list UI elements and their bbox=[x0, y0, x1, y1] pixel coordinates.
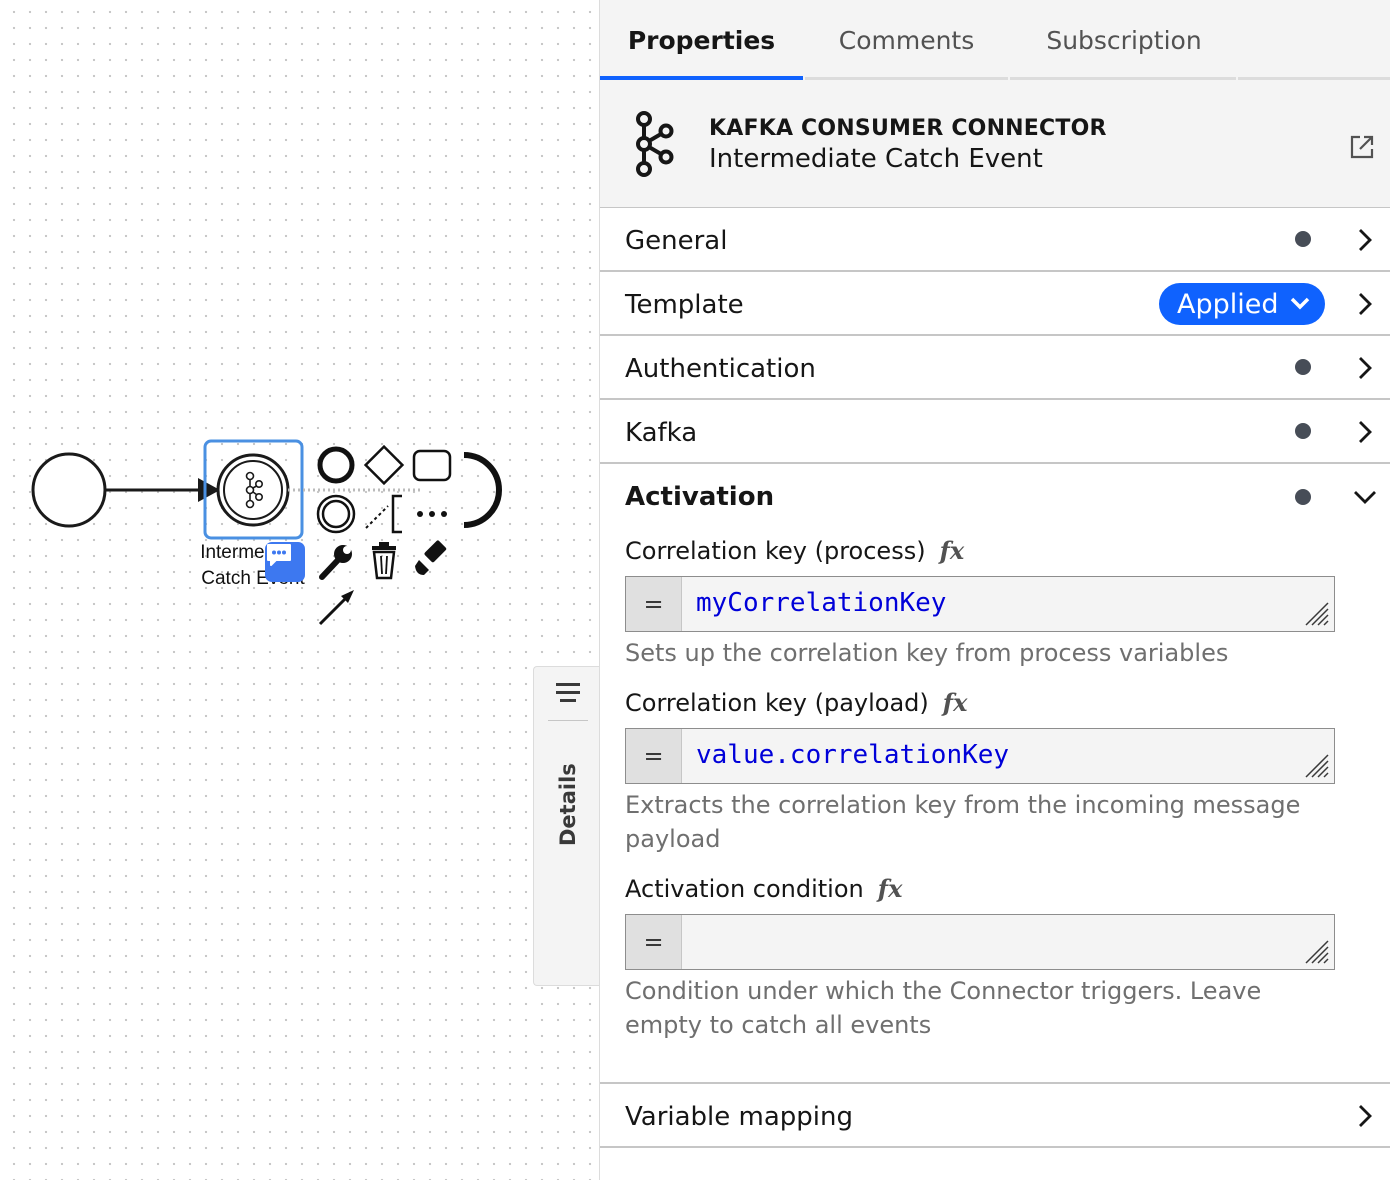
fx-icon[interactable]: fx bbox=[943, 688, 968, 717]
group-template[interactable]: Template Applied bbox=[600, 272, 1390, 336]
corr-process-input[interactable]: = myCorrelationKey bbox=[625, 576, 1335, 632]
element-type: KAFKA CONSUMER CONNECTOR bbox=[709, 116, 1107, 141]
append-intermediate-event-icon[interactable] bbox=[316, 494, 356, 534]
group-title: Activation bbox=[625, 482, 775, 512]
panel-bottom-space bbox=[600, 1148, 1390, 1180]
kafka-icon bbox=[636, 111, 674, 177]
feel-equals-icon: = bbox=[626, 577, 682, 631]
group-activation-header[interactable]: Activation bbox=[600, 464, 1390, 528]
group-general[interactable]: General bbox=[600, 208, 1390, 272]
tab-comments[interactable]: Comments bbox=[803, 0, 1010, 80]
connect-arrow-icon[interactable] bbox=[318, 590, 354, 626]
element-label: Intermediate Catch Event bbox=[178, 540, 328, 592]
resize-handle-icon[interactable] bbox=[1304, 939, 1330, 965]
panel-tabs: Properties Comments Subscription bbox=[600, 0, 1390, 80]
chevron-right-icon bbox=[1359, 1105, 1372, 1127]
append-text-annotation-icon[interactable] bbox=[365, 494, 402, 534]
details-toggle-tab[interactable]: Details bbox=[533, 666, 599, 986]
condition-label: Activation condition fx bbox=[625, 874, 902, 903]
tab-subscription[interactable]: Subscription bbox=[1010, 0, 1238, 80]
fx-icon[interactable]: fx bbox=[940, 536, 965, 565]
data-marker-dot bbox=[1295, 489, 1311, 505]
corr-payload-value: value.correlationKey bbox=[696, 740, 1010, 770]
group-variable-mapping[interactable]: Variable mapping bbox=[600, 1084, 1390, 1148]
data-marker-dot bbox=[1295, 423, 1311, 439]
tab-properties[interactable]: Properties bbox=[600, 0, 803, 80]
label-text: Activation condition bbox=[625, 875, 864, 903]
chevron-right-icon bbox=[1359, 357, 1372, 379]
external-link-icon[interactable] bbox=[1349, 134, 1375, 160]
append-end-event-icon[interactable] bbox=[317, 446, 355, 484]
data-marker-dot bbox=[1295, 359, 1311, 375]
details-separator bbox=[548, 720, 588, 721]
element-label-line1: Intermediate bbox=[200, 542, 306, 563]
paint-brush-icon[interactable] bbox=[415, 540, 447, 575]
context-pad-arc bbox=[463, 452, 502, 528]
corr-process-label: Correlation key (process) fx bbox=[625, 536, 964, 565]
data-marker-dot bbox=[1295, 231, 1311, 247]
template-applied-badge[interactable]: Applied bbox=[1159, 283, 1325, 325]
chevron-right-icon bbox=[1359, 229, 1372, 251]
condition-input[interactable]: = bbox=[625, 914, 1335, 970]
label-text: Correlation key (payload) bbox=[625, 689, 929, 717]
group-authentication[interactable]: Authentication bbox=[600, 336, 1390, 400]
group-kafka[interactable]: Kafka bbox=[600, 400, 1390, 464]
append-task-icon[interactable] bbox=[412, 449, 452, 482]
start-event[interactable] bbox=[31, 452, 107, 528]
bpmn-canvas[interactable]: Intermediate Catch Event bbox=[0, 0, 599, 1180]
group-title: Template bbox=[625, 290, 744, 320]
hamburger-icon bbox=[556, 683, 580, 702]
comment-icon bbox=[267, 544, 291, 566]
corr-process-value: myCorrelationKey bbox=[696, 588, 947, 618]
feel-equals-icon: = bbox=[626, 915, 682, 969]
fx-icon[interactable]: fx bbox=[878, 874, 903, 903]
group-activation: Activation Correlation key (process) fx =… bbox=[600, 464, 1390, 1084]
append-gateway-icon[interactable] bbox=[363, 444, 405, 486]
group-title: General bbox=[625, 226, 728, 256]
properties-panel: Properties Comments Subscription KAFKA C… bbox=[599, 0, 1390, 1180]
corr-payload-label: Correlation key (payload) fx bbox=[625, 688, 967, 717]
corr-payload-description: Extracts the correlation key from the in… bbox=[625, 791, 1301, 853]
chevron-down-icon bbox=[1290, 297, 1309, 310]
group-title: Variable mapping bbox=[625, 1102, 854, 1132]
chevron-right-icon bbox=[1359, 421, 1372, 443]
intermediate-catch-event[interactable] bbox=[216, 453, 290, 527]
corr-process-description: Sets up the correlation key from process… bbox=[625, 639, 1229, 667]
badge-label: Applied bbox=[1177, 288, 1279, 320]
condition-description: Condition under which the Connector trig… bbox=[625, 977, 1262, 1039]
label-text: Correlation key (process) bbox=[625, 537, 926, 565]
feel-equals-icon: = bbox=[626, 729, 682, 783]
resize-handle-icon[interactable] bbox=[1304, 601, 1330, 627]
element-name: Intermediate Catch Event bbox=[709, 144, 1043, 174]
trash-icon[interactable] bbox=[372, 542, 396, 580]
chevron-right-icon bbox=[1359, 293, 1372, 315]
more-options-icon[interactable] bbox=[417, 511, 447, 517]
element-header: KAFKA CONSUMER CONNECTOR Intermediate Ca… bbox=[600, 80, 1390, 208]
group-title: Authentication bbox=[625, 354, 816, 384]
resize-handle-icon[interactable] bbox=[1304, 753, 1330, 779]
corr-payload-input[interactable]: = value.correlationKey bbox=[625, 728, 1335, 784]
group-title: Kafka bbox=[625, 418, 698, 448]
details-tab-label: Details bbox=[556, 763, 580, 846]
element-label-line2: Catch Event bbox=[201, 568, 305, 589]
chevron-down-icon bbox=[1354, 491, 1376, 504]
comment-badge[interactable] bbox=[265, 542, 305, 582]
